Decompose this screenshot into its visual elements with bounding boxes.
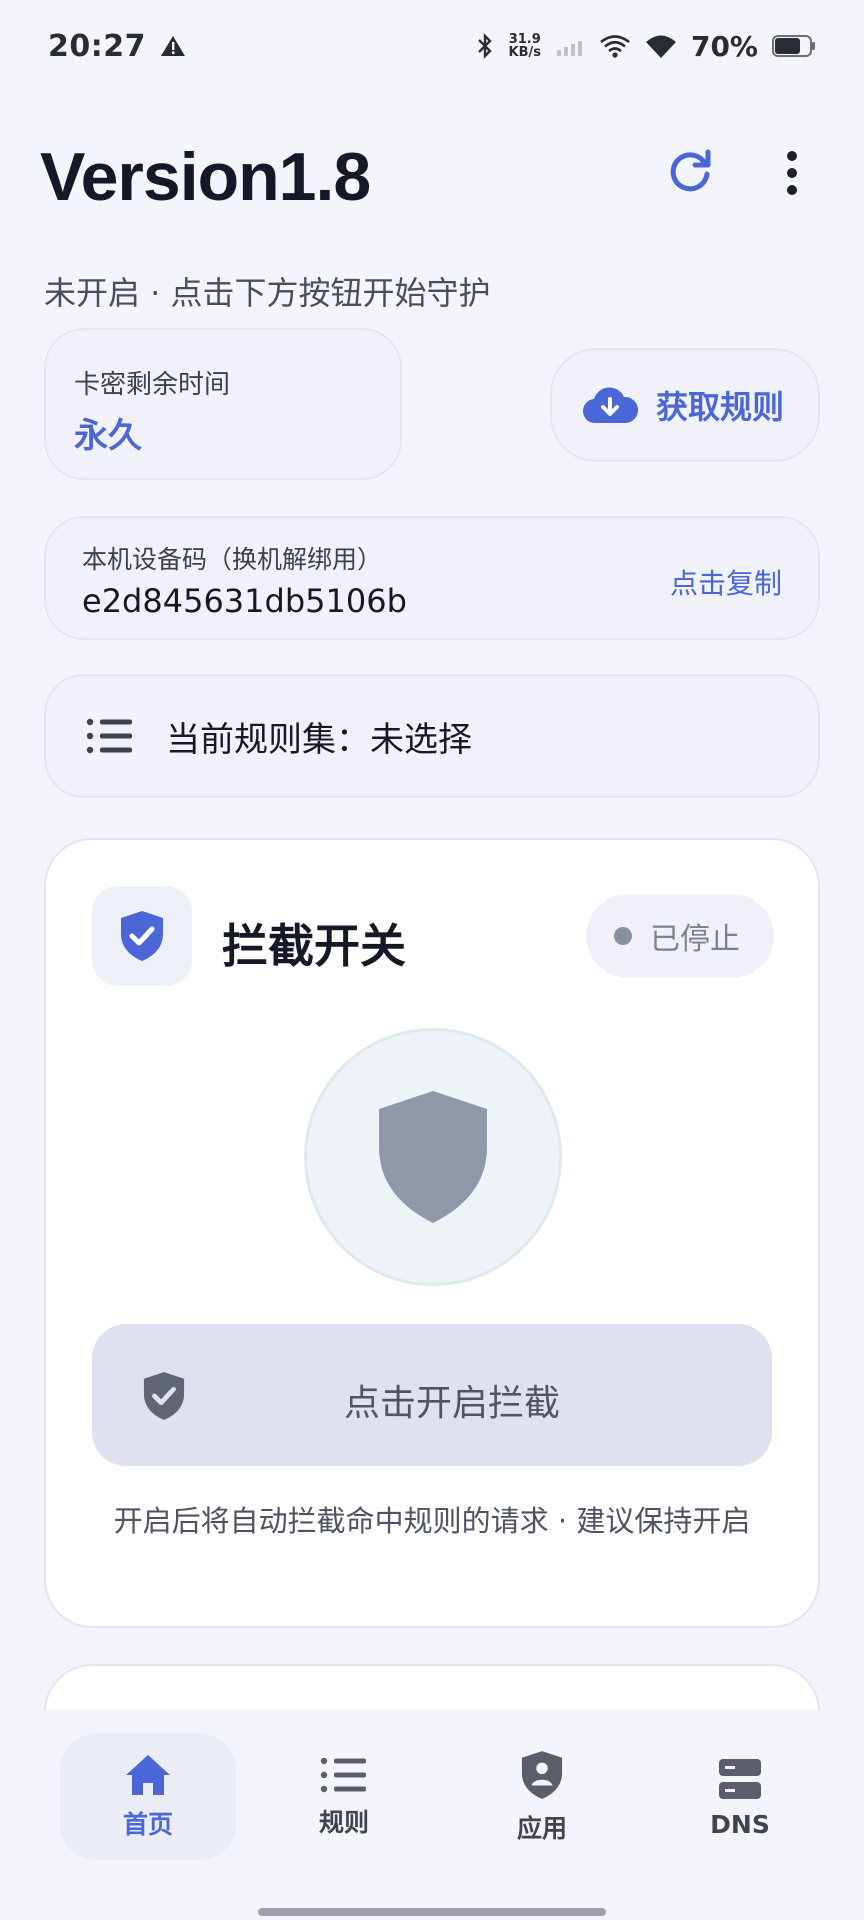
page-title: Version1.8: [40, 139, 371, 215]
intercept-title: 拦截开关: [222, 919, 406, 973]
nav-label-rules: 规则: [318, 1808, 369, 1837]
status-subtitle: 未开启 · 点击下方按钮开始守护: [44, 274, 491, 312]
device-code-value: e2d845631db5106b: [82, 582, 407, 620]
wifi-icon: [645, 35, 676, 58]
fetch-rules-button[interactable]: 获取规则: [550, 348, 820, 462]
status-badge: 已停止: [586, 894, 774, 978]
license-time-card: 卡密剩余时间 永久: [44, 328, 402, 480]
device-code-label: 本机设备码（换机解绑用）: [82, 545, 383, 574]
list-icon: [86, 718, 132, 754]
server-icon: [719, 1758, 761, 1799]
nav-label-home: 首页: [122, 1810, 173, 1839]
shield-check-icon: [121, 911, 163, 961]
license-time-value: 永久: [74, 416, 142, 456]
nav-item-apps[interactable]: 应用: [454, 1734, 630, 1860]
shield-icon: [379, 1091, 487, 1223]
status-bar: 20:27 31.9 KB/s 70%: [0, 0, 864, 92]
intercept-hint: 开启后将自动拦截命中规则的请求 · 建议保持开启: [113, 1504, 751, 1538]
battery-percent: 70%: [690, 29, 758, 63]
start-intercept-button[interactable]: 点击开启拦截: [92, 1324, 772, 1466]
bluetooth-icon: [477, 33, 492, 59]
shield-user-icon: [521, 1751, 563, 1799]
warning-icon: [161, 36, 185, 56]
ruleset-label: 当前规则集：未选择: [166, 719, 472, 760]
net-speed: 31.9 KB/s: [508, 32, 541, 60]
status-dot: [614, 927, 632, 945]
signal-icon: [556, 41, 582, 56]
gesture-bar: [258, 1908, 606, 1916]
fetch-rules-label: 获取规则: [656, 388, 785, 426]
status-time: 20:27: [48, 28, 146, 64]
app-screen: 20:27 31.9 KB/s 70% Version1.8 未开启 · 点击下…: [0, 0, 864, 1920]
ruleset-card[interactable]: 当前规则集：未选择: [44, 674, 820, 798]
nav-label-dns: DNS: [710, 1809, 770, 1839]
shield-badge: [92, 886, 192, 986]
device-code-card: 本机设备码（换机解绑用） e2d845631db5106b 点击复制: [44, 516, 820, 640]
nav-item-home[interactable]: 首页: [60, 1734, 236, 1860]
status-text: 已停止: [650, 922, 740, 957]
wifi-off-icon: [600, 35, 630, 58]
home-icon: [126, 1755, 170, 1795]
more-vertical-icon[interactable]: [772, 148, 812, 198]
bottom-nav: 首页 规则 应用 DNS: [0, 1710, 864, 1920]
refresh-icon[interactable]: [664, 146, 716, 198]
intercept-card: 拦截开关 已停止 点击开启拦截 开启后将自动拦截命中规则的请求 · 建议保持开启: [44, 838, 820, 1628]
start-intercept-label: 点击开启拦截: [343, 1383, 560, 1424]
cloud-download-icon: [583, 387, 638, 424]
copy-device-code-button[interactable]: 点击复制: [670, 562, 782, 602]
shield-toggle[interactable]: [304, 1028, 562, 1286]
battery-icon: [772, 35, 815, 57]
nav-label-apps: 应用: [516, 1814, 567, 1843]
list-icon: [320, 1757, 366, 1793]
license-time-label: 卡密剩余时间: [74, 370, 231, 400]
nav-item-dns[interactable]: DNS: [652, 1734, 828, 1860]
nav-item-rules[interactable]: 规则: [256, 1734, 432, 1860]
